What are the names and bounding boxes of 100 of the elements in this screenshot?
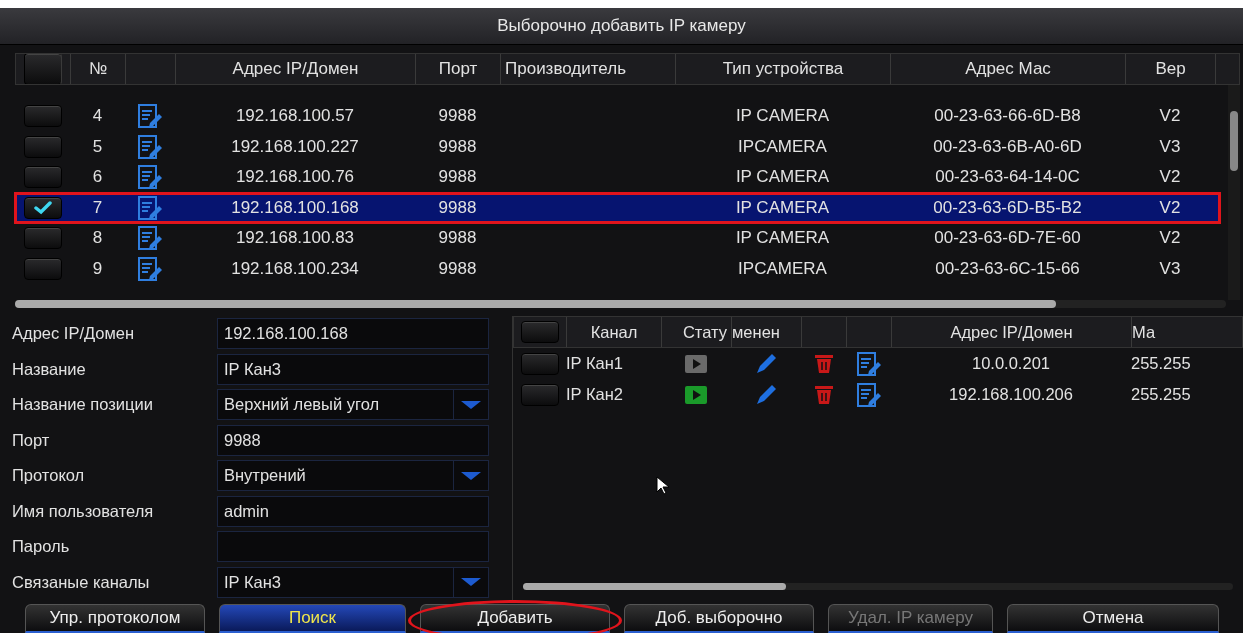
dropdown-arrow-icon xyxy=(461,471,481,480)
field-label: Протокол xyxy=(12,466,86,486)
checkbox[interactable] xyxy=(520,383,559,406)
column-header: № xyxy=(71,54,126,84)
checkmark-icon xyxy=(33,200,52,216)
input-field[interactable]: 192.168.100.168 xyxy=(217,318,489,350)
table-cell-text: 7 xyxy=(91,197,104,218)
input-field[interactable]: IP Кан3 xyxy=(217,353,489,385)
column-header: Адрес IP/Домен xyxy=(176,54,416,84)
play-icon[interactable] xyxy=(685,354,707,373)
field-label: Порт xyxy=(12,430,51,450)
table-cell-text: V2 xyxy=(1158,106,1182,127)
table-cell-text: 192.168.100.227 xyxy=(230,136,360,157)
table-cell-text: 00-23-63-6B-A0-6D xyxy=(932,136,1083,157)
button[interactable]: Отмена xyxy=(1007,604,1219,633)
trash-icon[interactable] xyxy=(813,384,834,405)
table-cell-text: IP CAMERA xyxy=(734,228,831,249)
checkbox[interactable] xyxy=(24,54,62,84)
horizontal-scrollbar[interactable] xyxy=(15,300,1226,308)
table-cell-text: IPCAMERA xyxy=(737,258,828,279)
button[interactable]: Доб. выборочно xyxy=(624,604,814,633)
dropdown-field[interactable]: Верхний левый угол xyxy=(217,389,489,421)
checkbox[interactable] xyxy=(23,196,62,219)
button[interactable]: Упр. протоколом xyxy=(25,604,205,633)
dropdown-arrow-icon xyxy=(461,578,481,587)
column-header: Стату xyxy=(662,317,732,347)
table-cell-text: 00-23-63-6D-7E-60 xyxy=(933,228,1082,249)
column-header: Канал xyxy=(567,317,662,347)
table-cell-text: 9988 xyxy=(437,106,478,127)
edit-document-icon[interactable] xyxy=(137,255,163,282)
edit-document-icon[interactable] xyxy=(855,381,882,408)
checkbox[interactable] xyxy=(23,227,62,250)
checkbox[interactable] xyxy=(23,105,62,128)
column-header: Ма xyxy=(1132,317,1243,347)
table-cell-text: V2 xyxy=(1158,197,1182,218)
table-row[interactable]: 6 192.168.100.76 9988 IP CAMERA 00-23-63-64-14-0C V2 xyxy=(15,162,1220,193)
column-header: Вер xyxy=(1126,54,1216,84)
table-row[interactable]: 8 192.168.100.83 9988 IP CAMERA 00-23-63-6D-7E-60 V2 xyxy=(15,223,1220,254)
column-header: Тип устройства xyxy=(676,54,891,84)
play-icon[interactable] xyxy=(685,385,707,404)
edit-document-icon[interactable] xyxy=(137,225,163,252)
table-cell-text: 9988 xyxy=(437,228,478,249)
window-title: Выборочно добавить IP камеру xyxy=(0,8,1243,45)
table-cell-text: IP Кан2 xyxy=(566,385,624,404)
table-cell-text: 00-23-63-6C-15-66 xyxy=(934,258,1081,279)
table-row[interactable]: 9 192.168.100.234 9988 IPCAMERA 00-23-63-6C-15-66 V3 xyxy=(15,253,1220,284)
checkbox[interactable] xyxy=(23,257,62,280)
dropdown-field[interactable]: IP Кан3 xyxy=(217,566,489,598)
table-cell-text: 9 xyxy=(91,258,104,279)
dropdown-arrow-icon xyxy=(461,400,481,409)
table-cell-text: 00-23-63-6D-B5-B2 xyxy=(932,197,1083,218)
table-cell-text: 192.168.100.234 xyxy=(230,258,360,279)
table-cell-text: 9988 xyxy=(437,258,478,279)
table-cell-text: IP CAMERA xyxy=(734,197,831,218)
input-field[interactable]: 9988 xyxy=(217,424,489,456)
field-label: Название позиции xyxy=(12,395,154,415)
edit-document-icon[interactable] xyxy=(855,350,882,377)
button[interactable]: Добавить xyxy=(420,604,610,633)
dropdown-field[interactable]: Внутрений xyxy=(217,460,489,492)
edit-document-icon[interactable] xyxy=(137,164,163,191)
column-header: менен xyxy=(732,317,802,347)
table-cell-text: 192.168.100.83 xyxy=(234,228,356,249)
edit-document-icon[interactable] xyxy=(137,103,163,130)
table-cell-text: 192.168.100.206 xyxy=(948,385,1074,404)
table-cell-text: V2 xyxy=(1158,228,1182,249)
table-cell-text: IP CAMERA xyxy=(734,167,831,188)
checkbox[interactable] xyxy=(23,135,62,158)
table-cell-text: IP CAMERA xyxy=(734,106,831,127)
table-cell-text: 9988 xyxy=(437,197,478,218)
table-cell-text: 192.168.100.168 xyxy=(230,197,360,218)
column-header: Порт xyxy=(416,54,501,84)
pencil-icon[interactable] xyxy=(755,352,777,375)
column-header: Адрес IP/Домен xyxy=(892,317,1132,347)
table-row[interactable]: 4 192.168.100.57 9988 IP CAMERA 00-23-63-66-6D-B8 V2 xyxy=(15,101,1220,132)
table-cell-text: 192.168.100.57 xyxy=(234,106,356,127)
table-cell-text: V2 xyxy=(1158,167,1182,188)
table-cell-text: 255.255 xyxy=(1131,385,1192,404)
table-cell-text: 10.0.0.201 xyxy=(971,354,1051,373)
table-cell-text: 5 xyxy=(91,136,104,157)
table-cell-text: IPCAMERA xyxy=(737,136,828,157)
checkbox[interactable] xyxy=(23,166,62,189)
vertical-scrollbar[interactable] xyxy=(1228,85,1240,300)
pencil-icon[interactable] xyxy=(755,383,777,406)
input-field[interactable]: admin xyxy=(217,495,489,527)
table-cell-text: 00-23-63-64-14-0C xyxy=(934,167,1081,188)
edit-document-icon[interactable] xyxy=(137,133,163,160)
table-row[interactable]: 5 192.168.100.227 9988 IPCAMERA 00-23-63-6B-A0-6D V3 xyxy=(15,131,1220,162)
trash-icon[interactable] xyxy=(813,353,834,374)
checkbox[interactable] xyxy=(521,321,559,343)
field-label: Название xyxy=(12,359,87,379)
field-label: Адрес IP/Домен xyxy=(12,324,136,344)
edit-document-icon[interactable] xyxy=(137,194,163,221)
table-row[interactable]: 7 192.168.100.168 9988 IP CAMERA 00-23-63-6D-B5-B2 V2 xyxy=(15,192,1220,223)
horizontal-scrollbar[interactable] xyxy=(523,583,1233,590)
table-cell-text: 9988 xyxy=(437,167,478,188)
button[interactable]: Поиск xyxy=(219,604,406,633)
password-field[interactable] xyxy=(217,531,489,563)
table-cell-text: 6 xyxy=(91,167,104,188)
checkbox[interactable] xyxy=(520,352,559,375)
table-cell-text: IP Кан1 xyxy=(566,354,624,373)
